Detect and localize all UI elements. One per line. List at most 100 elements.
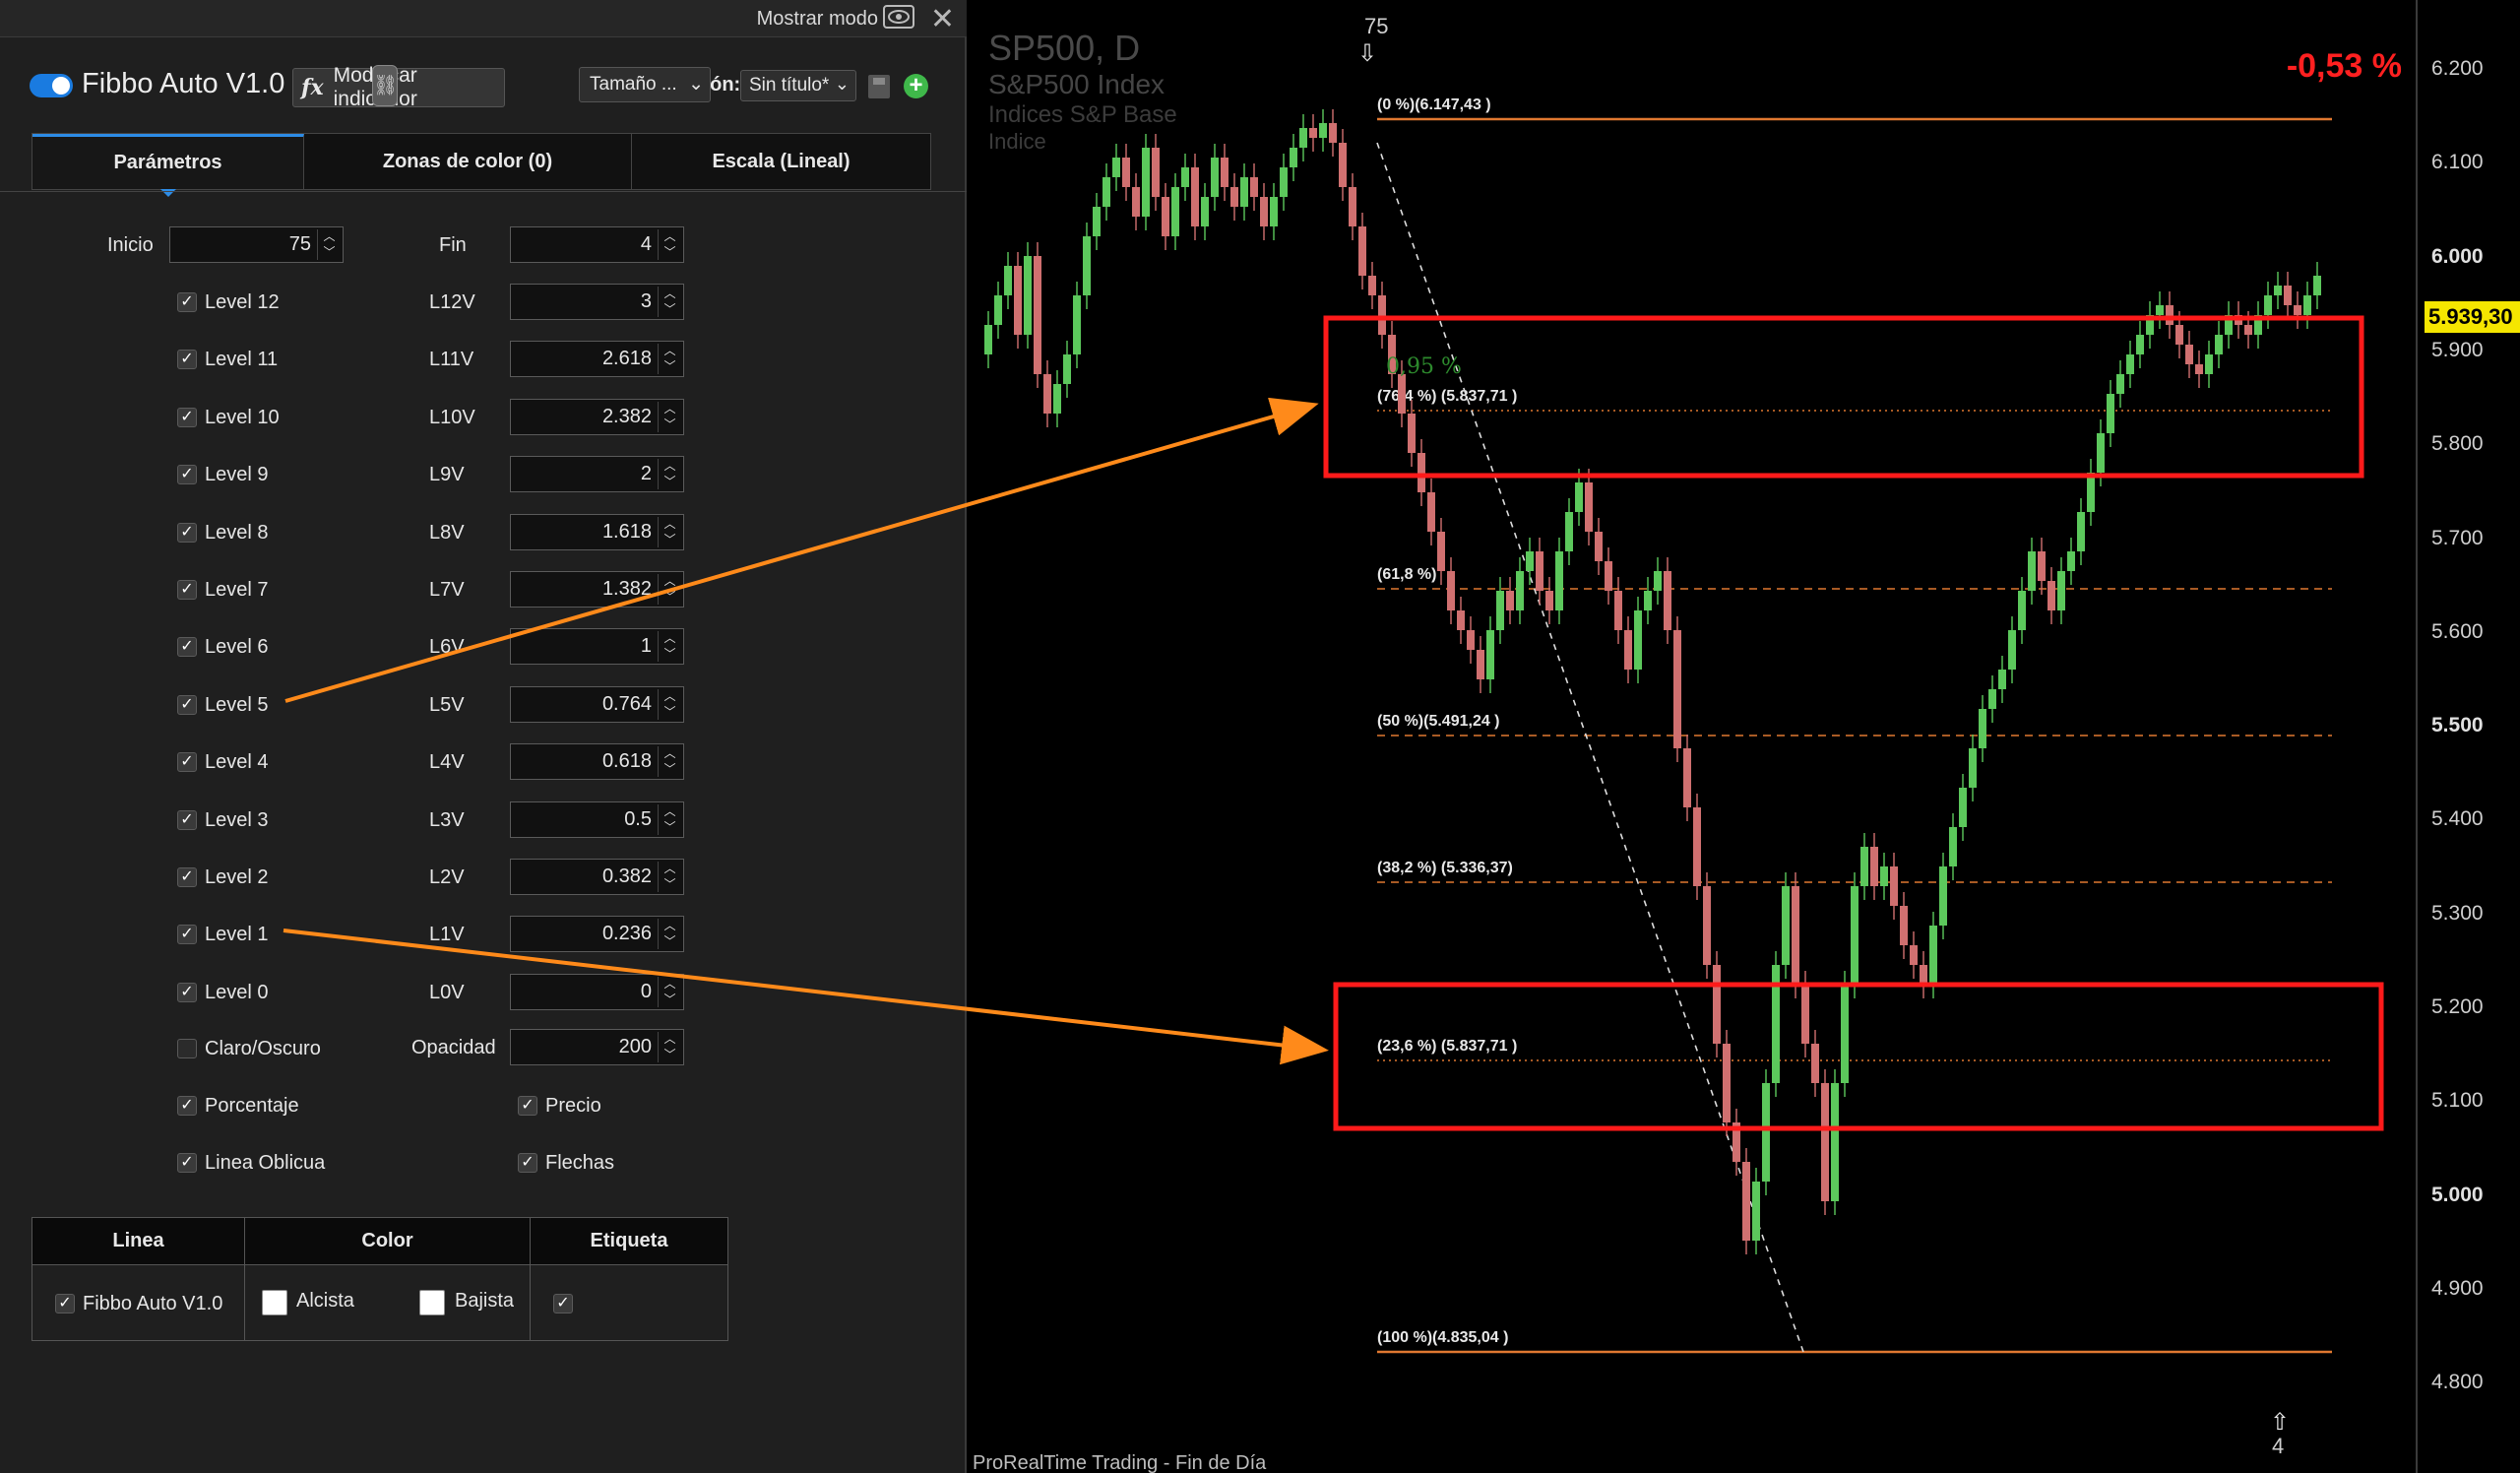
fin-input[interactable]: 4 ︿ ﹀ — [510, 226, 684, 263]
show-mode-label[interactable]: Mostrar modo — [757, 8, 878, 31]
linea-oblicua-checkbox[interactable]: ✓ — [177, 1153, 197, 1173]
alcista-color-swatch[interactable] — [262, 1290, 287, 1315]
level-checkbox[interactable]: ✓ — [177, 867, 197, 887]
level-checkbox[interactable]: ✓ — [177, 523, 197, 543]
level-checkbox[interactable]: ✓ — [177, 350, 197, 369]
fin-spinner[interactable]: ︿ ﹀ — [658, 229, 681, 260]
level-value-input[interactable]: 0.236 ︿ ﹀ — [510, 916, 684, 952]
spin-down-icon[interactable]: ﹀ — [659, 877, 681, 893]
level-spinner[interactable]: ︿ ﹀ — [658, 574, 681, 605]
porcentaje-checkbox[interactable]: ✓ — [177, 1096, 197, 1116]
level-spinner[interactable]: ︿ ﹀ — [658, 517, 681, 547]
spin-up-icon[interactable]: ︿ — [659, 287, 681, 302]
spin-down-icon[interactable]: ﹀ — [659, 417, 681, 433]
bajista-color-swatch[interactable] — [419, 1290, 445, 1315]
level-value-input[interactable]: 0.618 ︿ ﹀ — [510, 743, 684, 780]
level-spinner[interactable]: ︿ ﹀ — [658, 919, 681, 949]
level-checkbox[interactable]: ✓ — [177, 810, 197, 830]
spin-down-icon[interactable]: ﹀ — [659, 245, 681, 261]
line-visible-checkbox[interactable]: ✓ — [55, 1294, 75, 1313]
indicator-toggle[interactable] — [30, 74, 73, 97]
level-checkbox[interactable]: ✓ — [177, 695, 197, 715]
level-value-input[interactable]: 1.618 ︿ ﹀ — [510, 514, 684, 550]
spin-down-icon[interactable]: ﹀ — [659, 762, 681, 778]
close-icon[interactable]: ✕ — [930, 2, 955, 36]
level-checkbox[interactable]: ✓ — [177, 637, 197, 657]
add-icon[interactable]: + — [904, 74, 928, 98]
spin-down-icon[interactable]: ﹀ — [659, 647, 681, 663]
level-value-input[interactable]: 0.5 ︿ ﹀ — [510, 801, 684, 838]
flechas-checkbox[interactable]: ✓ — [518, 1153, 537, 1173]
spin-down-icon[interactable]: ﹀ — [659, 533, 681, 548]
level-spinner[interactable]: ︿ ﹀ — [658, 402, 681, 432]
price-axis[interactable]: 6.200 6.100 6.000 5.900 5.800 5.700 5.600 5.500… — [2416, 0, 2520, 1473]
spin-up-icon[interactable]: ︿ — [659, 517, 681, 533]
level-value-input[interactable]: 1.382 ︿ ﹀ — [510, 571, 684, 608]
level-spinner[interactable]: ︿ ﹀ — [658, 459, 681, 489]
level-spinner[interactable]: ︿ ﹀ — [658, 287, 681, 317]
label-size-select[interactable]: Tamaño ... ⌄ — [579, 67, 711, 102]
inicio-spinner[interactable]: ︿ ﹀ — [317, 229, 341, 260]
spin-down-icon[interactable]: ﹀ — [659, 359, 681, 375]
level-value-input[interactable]: 3 ︿ ﹀ — [510, 284, 684, 320]
level-checkbox[interactable]: ✓ — [177, 752, 197, 772]
tab-escala[interactable]: Escala (Lineal) — [632, 134, 930, 189]
label-visible-checkbox[interactable]: ✓ — [553, 1294, 573, 1313]
config-select[interactable]: Sin título* ⌄ — [740, 70, 856, 101]
spin-up-icon[interactable]: ︿ — [659, 402, 681, 417]
level-spinner[interactable]: ︿ ﹀ — [658, 344, 681, 374]
level-value-input[interactable]: 1 ︿ ﹀ — [510, 628, 684, 665]
spin-up-icon[interactable]: ︿ — [659, 631, 681, 647]
spin-up-icon[interactable]: ︿ — [659, 804, 681, 820]
tab-zonas-color[interactable]: Zonas de color (0) — [304, 134, 632, 189]
level-value-input[interactable]: 2.382 ︿ ﹀ — [510, 399, 684, 435]
level-spinner[interactable]: ︿ ﹀ — [658, 631, 681, 662]
save-icon[interactable] — [868, 75, 890, 98]
spin-down-icon[interactable]: ﹀ — [659, 934, 681, 950]
spin-up-icon[interactable]: ︿ — [659, 689, 681, 705]
opacidad-spinner[interactable]: ︿ ﹀ — [658, 1032, 681, 1062]
level-checkbox[interactable]: ✓ — [177, 925, 197, 944]
level-value-input[interactable]: 0.764 ︿ ﹀ — [510, 686, 684, 723]
tab-parametros[interactable]: Parámetros — [32, 134, 304, 197]
level-spinner[interactable]: ︿ ﹀ — [658, 977, 681, 1007]
level-spinner[interactable]: ︿ ﹀ — [658, 746, 681, 777]
spin-down-icon[interactable]: ﹀ — [659, 1048, 681, 1063]
price-chart[interactable]: (0 %)(6.147,43 ) (76,4 %) (5.837,71 ) (61,… — [969, 0, 2520, 1473]
spin-down-icon[interactable]: ﹀ — [318, 245, 341, 261]
spin-up-icon[interactable]: ︿ — [318, 229, 341, 245]
spin-down-icon[interactable]: ﹀ — [659, 820, 681, 836]
spin-up-icon[interactable]: ︿ — [659, 919, 681, 934]
spin-down-icon[interactable]: ﹀ — [659, 590, 681, 606]
level-checkbox[interactable]: ✓ — [177, 292, 197, 312]
eye-icon[interactable] — [882, 2, 917, 38]
spin-up-icon[interactable]: ︿ — [659, 1032, 681, 1048]
level-checkbox[interactable]: ✓ — [177, 408, 197, 427]
spin-up-icon[interactable]: ︿ — [659, 344, 681, 359]
spin-up-icon[interactable]: ︿ — [659, 459, 681, 475]
inicio-input[interactable]: 75 ︿ ﹀ — [169, 226, 344, 263]
precio-checkbox[interactable]: ✓ — [518, 1096, 537, 1116]
level-value-input[interactable]: 2 ︿ ﹀ — [510, 456, 684, 492]
claro-oscuro-checkbox[interactable] — [177, 1039, 197, 1058]
level-value-input[interactable]: 2.618 ︿ ﹀ — [510, 341, 684, 377]
level-checkbox[interactable]: ✓ — [177, 465, 197, 484]
spin-up-icon[interactable]: ︿ — [659, 574, 681, 590]
spin-up-icon[interactable]: ︿ — [659, 229, 681, 245]
level-value-input[interactable]: 0 ︿ ﹀ — [510, 974, 684, 1010]
spin-down-icon[interactable]: ﹀ — [659, 302, 681, 318]
level-spinner[interactable]: ︿ ﹀ — [658, 804, 681, 835]
spin-up-icon[interactable]: ︿ — [659, 977, 681, 993]
spin-up-icon[interactable]: ︿ — [659, 746, 681, 762]
level-checkbox[interactable]: ✓ — [177, 983, 197, 1002]
spin-down-icon[interactable]: ﹀ — [659, 475, 681, 490]
spin-up-icon[interactable]: ︿ — [659, 862, 681, 877]
modify-indicator-button[interactable]: fx Modificar indicador — [292, 64, 505, 110]
level-checkbox[interactable]: ✓ — [177, 580, 197, 600]
spin-down-icon[interactable]: ﹀ — [659, 993, 681, 1008]
level-value-input[interactable]: 0.382 ︿ ﹀ — [510, 859, 684, 895]
spin-down-icon[interactable]: ﹀ — [659, 705, 681, 721]
level-spinner[interactable]: ︿ ﹀ — [658, 689, 681, 720]
level-spinner[interactable]: ︿ ﹀ — [658, 862, 681, 892]
opacidad-input[interactable]: 200 ︿ ﹀ — [510, 1029, 684, 1065]
